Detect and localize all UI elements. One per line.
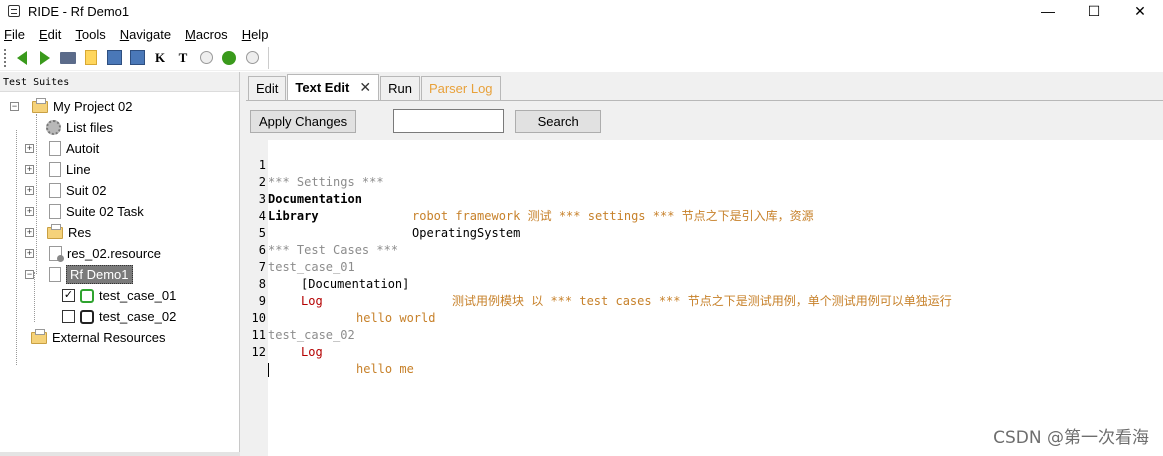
tree-node-suite-02-task[interactable]: + Suite 02 Task: [25, 201, 144, 222]
horizontal-scrollbar[interactable]: [0, 452, 240, 456]
editor-line: 5 *** Test Cases ***: [258, 226, 399, 257]
collapse-icon[interactable]: −: [25, 270, 34, 279]
text-edit-actions: Apply Changes Search: [250, 109, 602, 133]
editor-line: 6 test_case_01: [258, 243, 355, 274]
tree-node-autoit[interactable]: + Autoit: [25, 138, 99, 159]
window-controls: — ☐ ✕: [1025, 0, 1163, 22]
toolbar: K T: [0, 45, 280, 71]
run-icon[interactable]: [195, 47, 217, 69]
tree-node-suit-02[interactable]: + Suit 02: [25, 180, 106, 201]
folder-icon: [47, 223, 63, 239]
debug-icon[interactable]: [218, 47, 240, 69]
resource-file-icon: [49, 246, 64, 262]
editor-line: 4: [258, 209, 266, 223]
robot-black-icon: [80, 309, 94, 324]
gear-icon: [46, 120, 61, 135]
tree-node-test-case-01[interactable]: ✓ test_case_01: [62, 285, 176, 306]
editor-tabs: Edit Text Edit ✕ Run Parser Log: [248, 74, 502, 100]
close-button[interactable]: ✕: [1117, 0, 1163, 22]
save-all-icon[interactable]: [126, 47, 148, 69]
close-tab-icon[interactable]: ✕: [359, 79, 371, 96]
robot-green-icon: [80, 288, 94, 303]
menu-macros[interactable]: Macros: [185, 27, 228, 42]
test-case-02-checkbox[interactable]: [62, 310, 75, 323]
tree-node-test-case-02[interactable]: test_case_02: [62, 306, 176, 327]
toolbar-separator: [268, 46, 269, 69]
expand-icon[interactable]: +: [25, 249, 34, 258]
tree-node-line[interactable]: + Line: [25, 159, 91, 180]
collapse-icon[interactable]: −: [10, 102, 19, 111]
tab-edit[interactable]: Edit: [248, 76, 287, 100]
stop-icon[interactable]: [241, 47, 263, 69]
tree-node-rf-demo1[interactable]: − Rf Demo1: [25, 264, 133, 285]
tab-divider: [246, 100, 1163, 101]
menu-edit[interactable]: Edit: [39, 27, 61, 42]
window-title: RIDE - Rf Demo1: [28, 3, 130, 19]
tree-node-res[interactable]: + Res: [25, 222, 91, 243]
toolbar-grip[interactable]: [4, 48, 7, 67]
search-input[interactable]: [393, 109, 505, 133]
menu-file[interactable]: File: [4, 27, 25, 42]
test-case-01-checkbox[interactable]: ✓: [62, 289, 75, 302]
app-icon: [8, 5, 20, 17]
search-button[interactable]: Search: [515, 109, 602, 133]
editor-line: 12: [246, 327, 1163, 377]
editor-line: 3 Library OperatingSystem: [258, 192, 521, 240]
apply-changes-button[interactable]: Apply Changes: [250, 109, 357, 133]
back-arrow-icon[interactable]: [11, 47, 33, 69]
editor-line: 1 *** Settings ***: [258, 158, 384, 189]
editor-line: 8 Log hello world: [258, 277, 436, 325]
tree-connector: [16, 130, 17, 365]
search-keywords-icon[interactable]: K: [149, 47, 171, 69]
editor-line: 11 Log hello me: [251, 328, 414, 376]
file-icon: [49, 141, 61, 156]
tab-run[interactable]: Run: [380, 76, 420, 100]
title-bar: RIDE - Rf Demo1 — ☐ ✕: [0, 0, 1163, 22]
editor-line: 9: [258, 294, 266, 308]
save-icon[interactable]: [103, 47, 125, 69]
search-tests-icon[interactable]: T: [172, 47, 194, 69]
expand-icon[interactable]: +: [25, 165, 34, 174]
tree-node-res-02-resource[interactable]: + res_02.resource: [25, 243, 161, 264]
editor-line: 10 test_case_02: [251, 311, 355, 342]
file-icon: [49, 204, 61, 219]
minimize-button[interactable]: —: [1025, 0, 1071, 22]
expand-icon[interactable]: +: [25, 207, 34, 216]
editor-line: 2 Documentation robot framework 测试 *** s…: [258, 175, 814, 223]
expand-icon[interactable]: +: [25, 144, 34, 153]
tab-text-edit[interactable]: Text Edit ✕: [287, 74, 380, 100]
menu-bar: File Edit Tools Navigate Macros Help: [0, 24, 282, 44]
text-editor[interactable]: 1 *** Settings *** 2 Documentation robot…: [246, 140, 1163, 456]
open-folder-icon[interactable]: [57, 47, 79, 69]
folder-open-icon: [32, 97, 48, 113]
expand-icon[interactable]: +: [25, 228, 34, 237]
tree-node-external-resources[interactable]: External Resources: [31, 327, 165, 348]
file-icon: [49, 267, 61, 282]
editor-panel: Edit Text Edit ✕ Run Parser Log Apply Ch…: [246, 72, 1163, 456]
menu-help[interactable]: Help: [242, 27, 269, 42]
text-cursor: [268, 361, 269, 378]
file-icon: [49, 183, 61, 198]
tree-node-my-project-02[interactable]: − My Project 02: [10, 96, 132, 117]
editor-line: 7 [Documentation] 测试用例模块 以 *** test case…: [258, 260, 952, 308]
maximize-button[interactable]: ☐: [1071, 0, 1117, 22]
forward-arrow-icon[interactable]: [34, 47, 56, 69]
new-file-icon[interactable]: [80, 47, 102, 69]
folder-icon: [31, 328, 47, 344]
test-suites-header: Test Suites: [0, 72, 239, 92]
tab-parser-log[interactable]: Parser Log: [420, 76, 501, 100]
watermark: CSDN @第一次看海: [993, 428, 1149, 448]
file-icon: [49, 162, 61, 177]
menu-navigate[interactable]: Navigate: [120, 27, 171, 42]
test-suites-panel: Test Suites − My Project 02 List files +…: [0, 72, 240, 456]
expand-icon[interactable]: +: [25, 186, 34, 195]
menu-tools[interactable]: Tools: [75, 27, 105, 42]
tree-node-list-files[interactable]: List files: [46, 117, 113, 138]
